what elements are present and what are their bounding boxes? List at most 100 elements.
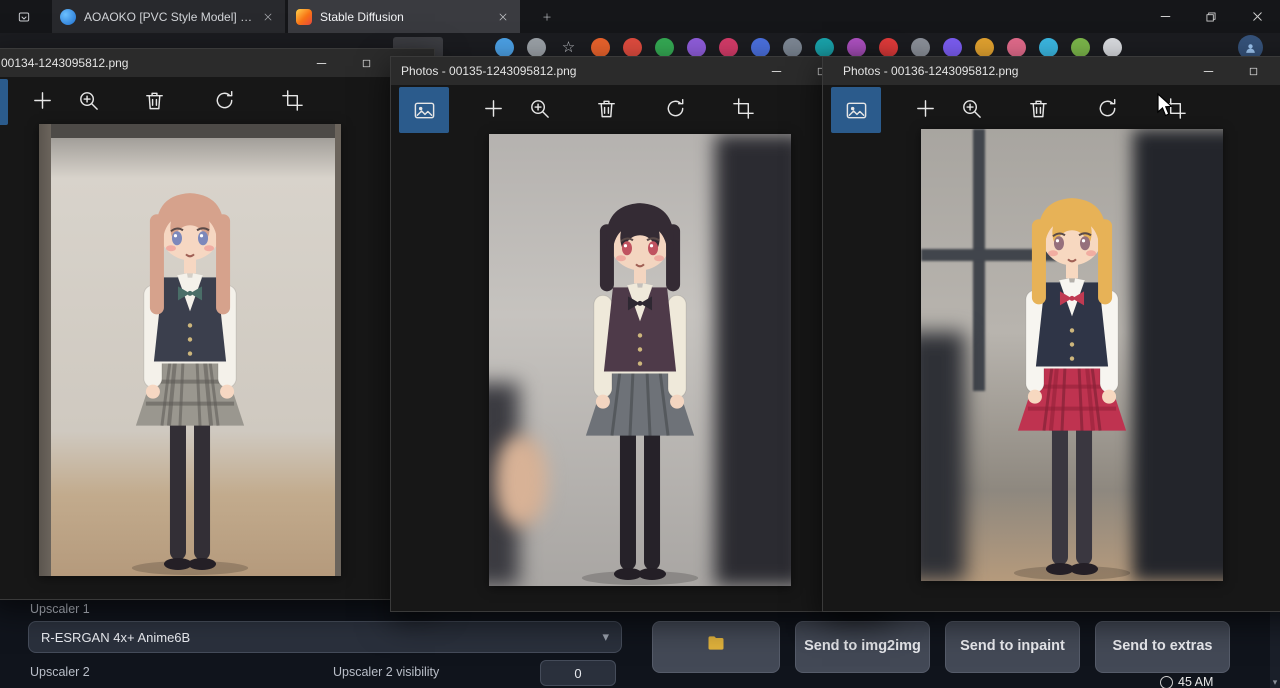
add-button[interactable]	[475, 90, 511, 126]
extension-icon-red2[interactable]	[879, 38, 898, 57]
minimize-icon	[314, 56, 329, 71]
photos-titlebar[interactable]: Photos - 00135-1243095812.png	[391, 57, 889, 85]
minimize-icon	[769, 64, 784, 79]
photos-window-title: 00134-1243095812.png	[0, 56, 128, 70]
crop-button[interactable]	[1157, 90, 1193, 126]
extension-icon-amber[interactable]	[975, 38, 994, 57]
crop-button[interactable]	[725, 90, 761, 126]
tab-switcher-button[interactable]	[10, 5, 38, 29]
minimize-button[interactable]	[1186, 57, 1231, 85]
extension-icon-blue2[interactable]	[751, 38, 770, 57]
gradio-favicon	[296, 9, 312, 25]
upscaler2-visibility-input[interactable]	[540, 660, 616, 686]
scroll-down-icon[interactable]: ▾	[1270, 677, 1280, 688]
person-icon	[1244, 39, 1257, 57]
minimize-button[interactable]	[754, 57, 799, 85]
minimize-button[interactable]	[299, 49, 344, 77]
image-icon	[413, 99, 436, 122]
desktop: Upscaler 1 R-ESRGAN 4x+ Anime6B ▾ Upscal…	[0, 0, 1280, 688]
trash-icon	[1027, 97, 1050, 120]
chevron-down-icon: ▾	[602, 629, 609, 645]
plus-icon	[542, 9, 552, 25]
close-icon	[262, 11, 274, 23]
image-view-button[interactable]	[831, 87, 881, 133]
extension-icon-cyan[interactable]	[1039, 38, 1058, 57]
delete-button[interactable]	[1020, 90, 1056, 126]
extension-icon-green[interactable]	[655, 38, 674, 57]
window-minimize-button[interactable]	[1142, 0, 1188, 33]
extension-icon-red[interactable]	[623, 38, 642, 57]
open-folder-button[interactable]	[652, 621, 780, 673]
send-to-extras-button[interactable]: Send to extras	[1095, 621, 1230, 673]
trash-icon	[595, 97, 618, 120]
extension-icon-purple[interactable]	[687, 38, 706, 57]
extension-icon-violet[interactable]	[847, 38, 866, 57]
tab-switcher-icon	[16, 8, 32, 26]
extension-icon-rose[interactable]	[1007, 38, 1026, 57]
upscaler1-dropdown[interactable]: R-ESRGAN 4x+ Anime6B ▾	[28, 621, 622, 653]
add-button[interactable]	[24, 82, 60, 118]
photo-canvas-area	[391, 85, 889, 611]
page-scrollbar[interactable]: ▾	[1270, 612, 1280, 688]
new-tab-button[interactable]	[536, 6, 558, 28]
rotate-icon	[213, 89, 236, 112]
plus-icon	[482, 97, 505, 120]
photos-window-00136: Photos - 00136-1243095812.png	[822, 56, 1280, 612]
zoom-button[interactable]	[521, 90, 557, 126]
clock-icon	[1160, 676, 1173, 688]
folder-icon	[706, 633, 726, 653]
extension-icon-gray2[interactable]	[911, 38, 930, 57]
window-close-button[interactable]	[1234, 0, 1280, 33]
maximize-icon	[1247, 65, 1260, 78]
photo-image-00136[interactable]	[921, 129, 1223, 581]
bookmark-star-icon[interactable]: ☆	[559, 38, 578, 57]
extension-icon-slate[interactable]	[783, 38, 802, 57]
browser-tab-aoaoko[interactable]: AOAOKO [PVC Style Model] - PV	[52, 0, 285, 33]
zoom-button[interactable]	[70, 82, 106, 118]
send-to-img2img-button[interactable]: Send to img2img	[795, 621, 930, 673]
window-restore-button[interactable]	[1188, 0, 1234, 33]
close-icon	[497, 11, 509, 23]
photo-canvas-area	[0, 77, 434, 599]
extension-icon-white[interactable]	[1103, 38, 1122, 57]
photos-titlebar[interactable]: 00134-1243095812.png	[0, 49, 434, 77]
send-to-inpaint-button[interactable]: Send to inpaint	[945, 621, 1080, 673]
extension-icon-lime[interactable]	[1071, 38, 1090, 57]
image-view-button[interactable]	[399, 87, 449, 133]
crop-button[interactable]	[274, 82, 310, 118]
close-button[interactable]	[1276, 57, 1280, 85]
rotate-button[interactable]	[1089, 90, 1125, 126]
time-fragment: 45 AM	[1160, 675, 1213, 688]
zoom-button[interactable]	[953, 90, 989, 126]
image-view-button[interactable]	[0, 79, 8, 125]
rotate-button[interactable]	[657, 90, 693, 126]
extension-icon-crimson[interactable]	[719, 38, 738, 57]
add-button[interactable]	[907, 90, 943, 126]
photo-image-00134[interactable]	[39, 124, 341, 576]
tab-close-button[interactable]	[494, 8, 512, 26]
extension-icon-orange[interactable]	[591, 38, 610, 57]
close-icon	[1250, 9, 1265, 24]
maximize-button[interactable]	[344, 49, 389, 77]
browser-tab-stable-diffusion[interactable]: Stable Diffusion	[288, 0, 520, 33]
zoom-icon	[77, 89, 100, 112]
delete-button[interactable]	[136, 82, 172, 118]
crop-icon	[1164, 97, 1187, 120]
extension-icon-indigo[interactable]	[943, 38, 962, 57]
window-caption-buttons	[1186, 57, 1280, 85]
rotate-button[interactable]	[206, 82, 242, 118]
extension-icon-gray[interactable]	[527, 38, 546, 57]
extension-icon-teal[interactable]	[815, 38, 834, 57]
photos-window-title: Photos - 00136-1243095812.png	[823, 64, 1018, 78]
upscaler2-label: Upscaler 2	[30, 665, 90, 679]
delete-button[interactable]	[588, 90, 624, 126]
photo-image-00135[interactable]	[489, 134, 791, 586]
browser-tabbar: AOAOKO [PVC Style Model] - PV Stable Dif…	[0, 0, 1280, 33]
photos-titlebar[interactable]: Photos - 00136-1243095812.png	[823, 57, 1280, 85]
maximize-button[interactable]	[1231, 57, 1276, 85]
extension-icon-blue[interactable]	[495, 38, 514, 57]
time-text: 45 AM	[1178, 675, 1213, 688]
anime-character	[40, 124, 341, 576]
photos-window-00135: Photos - 00135-1243095812.png	[390, 56, 890, 612]
tab-close-button[interactable]	[259, 8, 277, 26]
